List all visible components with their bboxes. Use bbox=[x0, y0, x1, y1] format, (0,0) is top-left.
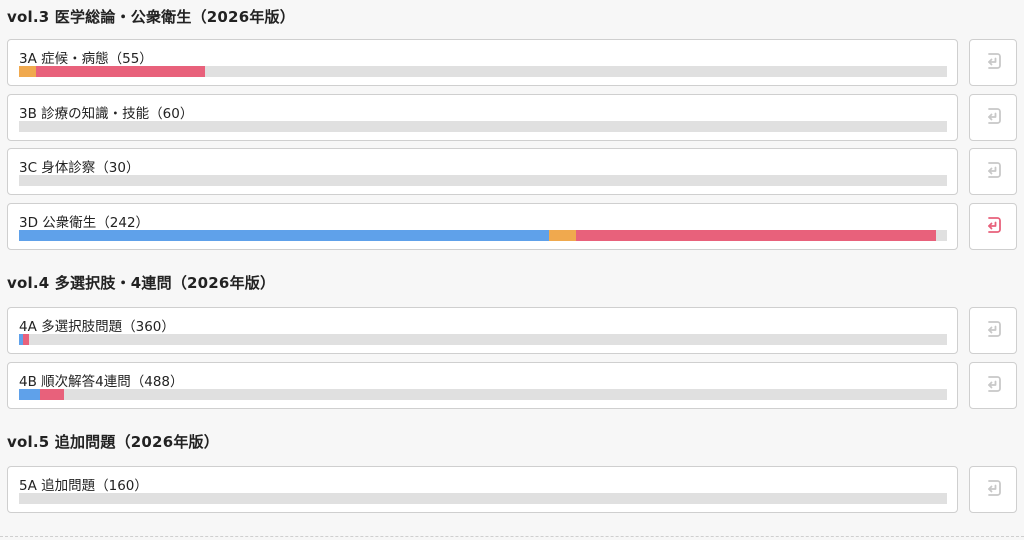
start-button-3c[interactable] bbox=[969, 148, 1017, 195]
progress-bar bbox=[19, 493, 947, 504]
unit-label: 4A 多選択肢問題（360） bbox=[19, 319, 175, 335]
enter-return-icon bbox=[983, 106, 1003, 130]
start-button-4a[interactable] bbox=[969, 307, 1017, 354]
progress-correct-segment bbox=[19, 230, 549, 241]
unit-label: 3A 症候・病態（55） bbox=[19, 51, 153, 67]
enter-return-icon bbox=[983, 478, 1003, 502]
section-title-vol3: vol.3 医学総論・公衆衛生（2026年版） bbox=[7, 8, 295, 26]
start-button-4b[interactable] bbox=[969, 362, 1017, 409]
unit-row-3c[interactable]: 3C 身体診察（30） bbox=[7, 148, 958, 195]
progress-wrong-segment bbox=[35, 66, 205, 77]
unit-label: 3C 身体診察（30） bbox=[19, 160, 140, 176]
progress-bar bbox=[19, 175, 947, 186]
unit-row-4b[interactable]: 4B 順次解答4連問（488） bbox=[7, 362, 958, 409]
progress-wrong-segment bbox=[22, 334, 30, 345]
unit-row-3d[interactable]: 3D 公衆衛生（242） bbox=[7, 203, 958, 250]
progress-wrong-segment bbox=[40, 389, 65, 400]
enter-return-icon bbox=[983, 160, 1003, 184]
enter-return-icon bbox=[983, 374, 1003, 398]
start-button-3a[interactable] bbox=[969, 39, 1017, 86]
progress-correct-segment bbox=[19, 389, 41, 400]
unit-row-3b[interactable]: 3B 診療の知識・技能（60） bbox=[7, 94, 958, 141]
start-button-3b[interactable] bbox=[969, 94, 1017, 141]
progress-bar bbox=[19, 230, 947, 241]
unit-label: 3B 診療の知識・技能（60） bbox=[19, 106, 194, 122]
progress-bar bbox=[19, 121, 947, 132]
enter-return-icon bbox=[983, 215, 1003, 239]
enter-return-icon bbox=[983, 51, 1003, 75]
unit-label: 4B 順次解答4連問（488） bbox=[19, 374, 184, 390]
progress-bar bbox=[19, 334, 947, 345]
bottom-divider bbox=[0, 536, 1024, 537]
enter-return-icon bbox=[983, 319, 1003, 343]
unit-label: 3D 公衆衛生（242） bbox=[19, 215, 150, 231]
start-button-3d[interactable] bbox=[969, 203, 1017, 250]
progress-wrong-segment bbox=[575, 230, 936, 241]
progress-partial-segment bbox=[548, 230, 576, 241]
section-title-vol4: vol.4 多選択肢・4連問（2026年版） bbox=[7, 274, 276, 292]
progress-bar bbox=[19, 66, 947, 77]
unit-label: 5A 追加問題（160） bbox=[19, 478, 148, 494]
unit-row-5a[interactable]: 5A 追加問題（160） bbox=[7, 466, 958, 513]
progress-bar bbox=[19, 389, 947, 400]
unit-row-4a[interactable]: 4A 多選択肢問題（360） bbox=[7, 307, 958, 354]
unit-row-3a[interactable]: 3A 症候・病態（55） bbox=[7, 39, 958, 86]
progress-partial-segment bbox=[19, 66, 36, 77]
start-button-5a[interactable] bbox=[969, 466, 1017, 513]
section-title-vol5: vol.5 追加問題（2026年版） bbox=[7, 433, 219, 451]
